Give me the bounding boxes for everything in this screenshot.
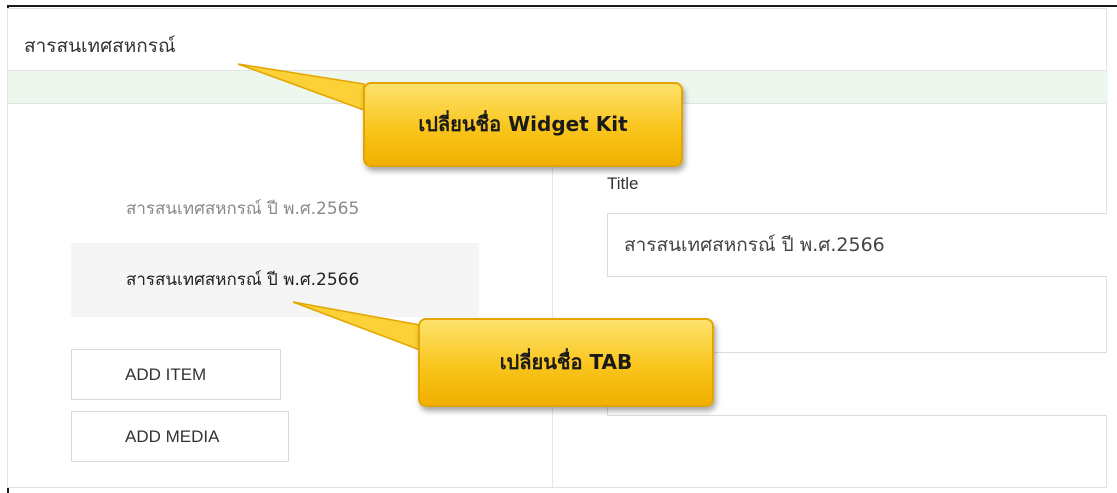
tab-item-2566[interactable]: สารสนเทศสหกรณ์ ปี พ.ศ.2566 (71, 243, 479, 317)
add-media-button[interactable]: ADD MEDIA (71, 411, 289, 462)
tab-callout: เปลี่ยนชื่อ TAB (418, 318, 714, 407)
tab-item-2565[interactable]: สารสนเทศสหกรณ์ ปี พ.ศ.2565 (71, 172, 479, 246)
title-field-label: Title (607, 174, 639, 193)
add-item-button[interactable]: ADD ITEM (71, 349, 281, 400)
title-input[interactable] (607, 213, 1107, 277)
widget-header: สารสนเทศสหกรณ์ (7, 8, 1107, 71)
widget-kit-callout: เปลี่ยนชื่อ Widget Kit (363, 82, 683, 167)
widget-title[interactable]: สารสนเทศสหกรณ์ (24, 31, 176, 61)
